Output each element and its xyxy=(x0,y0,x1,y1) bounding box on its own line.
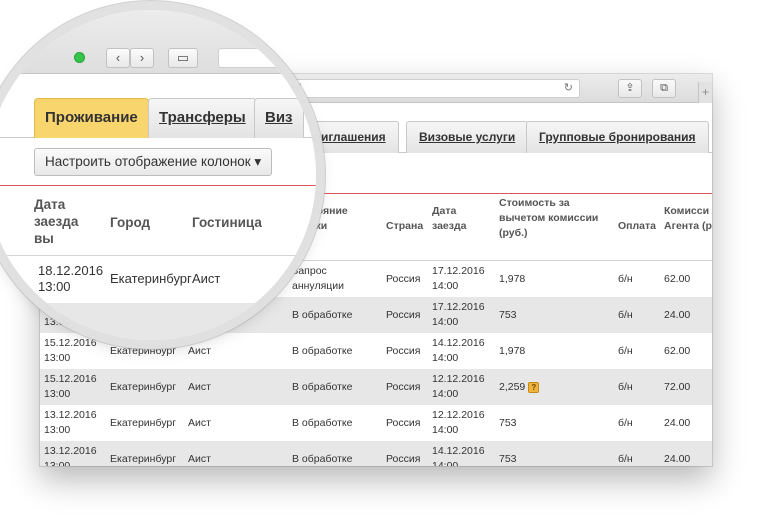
info-hint-icon[interactable]: ? xyxy=(528,382,540,393)
cell-country: Россия xyxy=(386,453,421,465)
tab-visa-zoomed[interactable]: Виз xyxy=(254,98,304,138)
cell-city: Екатеринбург xyxy=(110,381,177,393)
cell-payment: б/н xyxy=(618,273,633,285)
header-checkin[interactable]: Дата заезда вы xyxy=(34,196,78,247)
cell-commission: 62.00 xyxy=(664,345,691,357)
cell-hotel: Аист xyxy=(188,417,211,429)
cell-arrival: 17.12.2016 14:00 xyxy=(432,301,485,328)
cell-arrival: 14.12.2016 14:00 xyxy=(432,445,485,466)
header-hotel[interactable]: Гостиница xyxy=(192,214,262,231)
cell-cost: 1,978 xyxy=(499,345,526,357)
header-arrival[interactable]: Дата заезда xyxy=(432,204,466,234)
magnified-toolbar: ‹ › ▭ xyxy=(0,10,316,74)
tab-transfers-zoomed[interactable]: Трансферы xyxy=(148,98,257,138)
tabs-overview-icon[interactable]: ⧉ xyxy=(652,79,676,98)
cell-commission: 24.00 xyxy=(664,453,691,465)
back-icon[interactable]: ‹ xyxy=(106,48,130,68)
cell-payment: б/н xyxy=(618,345,633,357)
window-zoom-button[interactable] xyxy=(74,52,85,63)
magnified-row[interactable]: 18.12.2016 13:00 Екатеринбург Аист xyxy=(0,257,316,303)
cell-payment: б/н xyxy=(618,453,633,465)
cell-cost: 753 xyxy=(499,453,517,465)
cell-city: Екатеринбург xyxy=(110,345,177,357)
cell-checkin: 13.12.2016 13:00 xyxy=(44,445,97,466)
row-hotel: Аист xyxy=(192,271,221,286)
header-commission[interactable]: Комисси Агента (р xyxy=(664,204,712,234)
header-cost[interactable]: Стоимость за вычетом комиссии (руб.) xyxy=(499,196,598,241)
cell-checkin: 13.12.2016 13:00 xyxy=(44,409,97,436)
cell-cost: 1,978 xyxy=(499,273,526,285)
cell-cost: 2,259? xyxy=(499,380,540,395)
sidebar-icon[interactable]: ▭ xyxy=(168,48,198,68)
forward-icon[interactable]: › xyxy=(130,48,154,68)
configure-columns-button-zoomed[interactable]: Настроить отображение колонок ▾ xyxy=(34,148,273,176)
cell-hotel: Аист xyxy=(188,381,211,393)
magnified-tabs: Проживание Трансферы Виз xyxy=(0,98,316,138)
share-icon[interactable]: ⇪ xyxy=(618,79,642,98)
cell-status: В обработке xyxy=(292,381,353,393)
cell-arrival: 12.12.2016 14:00 xyxy=(432,409,485,436)
new-tab-button[interactable]: + xyxy=(698,82,712,103)
header-city[interactable]: Город xyxy=(110,214,150,231)
reload-icon[interactable]: ↻ xyxy=(564,80,573,97)
tab-group-bookings[interactable]: Групповые бронирования xyxy=(526,121,709,153)
cell-city: Екатеринбург xyxy=(110,417,177,429)
cell-arrival: 12.12.2016 14:00 xyxy=(432,373,485,400)
cell-country: Россия xyxy=(386,417,421,429)
cell-payment: б/н xyxy=(618,417,633,429)
cell-country: Россия xyxy=(386,273,421,285)
cell-hotel: Аист xyxy=(188,345,211,357)
cell-status: В обработке xyxy=(292,453,353,465)
row-city: Екатеринбург xyxy=(110,271,192,286)
magnified-view: ‹ › ▭ Проживание Трансферы Виз Настроить… xyxy=(0,10,316,340)
magnifier-lens: ‹ › ▭ Проживание Трансферы Виз Настроить… xyxy=(0,10,316,340)
cell-commission: 24.00 xyxy=(664,417,691,429)
tab-accommodation-zoomed[interactable]: Проживание xyxy=(34,98,149,138)
cell-commission: 62.00 xyxy=(664,273,691,285)
header-payment[interactable]: Оплата xyxy=(618,219,656,234)
cell-country: Россия xyxy=(386,381,421,393)
cell-payment: б/н xyxy=(618,381,633,393)
cell-payment: б/н xyxy=(618,309,633,321)
cell-cost: 753 xyxy=(499,417,517,429)
tab-visa-services[interactable]: Визовые услуги xyxy=(406,121,529,153)
cell-status: В обработке xyxy=(292,417,353,429)
magnified-controls: Настроить отображение колонок ▾ xyxy=(0,138,316,186)
table-row[interactable]: 13.12.2016 13:00 Екатеринбург Аист В обработ… xyxy=(40,405,712,441)
cell-country: Россия xyxy=(386,345,421,357)
header-country[interactable]: Страна xyxy=(386,219,423,234)
row-checkin: 18.12.2016 13:00 xyxy=(38,263,104,294)
magnified-address-bar[interactable] xyxy=(218,48,316,68)
cell-commission: 72.00 xyxy=(664,381,691,393)
cell-arrival: 14.12.2016 14:00 xyxy=(432,337,485,364)
cell-city: Екатеринбург xyxy=(110,453,177,465)
magnified-row[interactable] xyxy=(0,303,316,340)
magnified-table-header: Дата заезда вы Город Гостиница 2016 xyxy=(0,186,316,281)
cell-checkin: 15.12.2016 13:00 xyxy=(44,373,97,400)
cell-arrival: 17.12.2016 14:00 xyxy=(432,265,485,292)
cell-hotel: Аист xyxy=(188,453,211,465)
cell-country: Россия xyxy=(386,309,421,321)
cell-status: В обработке xyxy=(292,345,353,357)
table-row[interactable]: 15.12.2016 13:00 Екатеринбург Аист В обработ… xyxy=(40,369,712,405)
cell-checkin: 15.12.2016 13:00 xyxy=(44,337,97,364)
table-row[interactable]: 13.12.2016 13:00 Екатеринбург Аист В обработ… xyxy=(40,441,712,466)
cell-commission: 24.00 xyxy=(664,309,691,321)
cell-cost: 753 xyxy=(499,309,517,321)
